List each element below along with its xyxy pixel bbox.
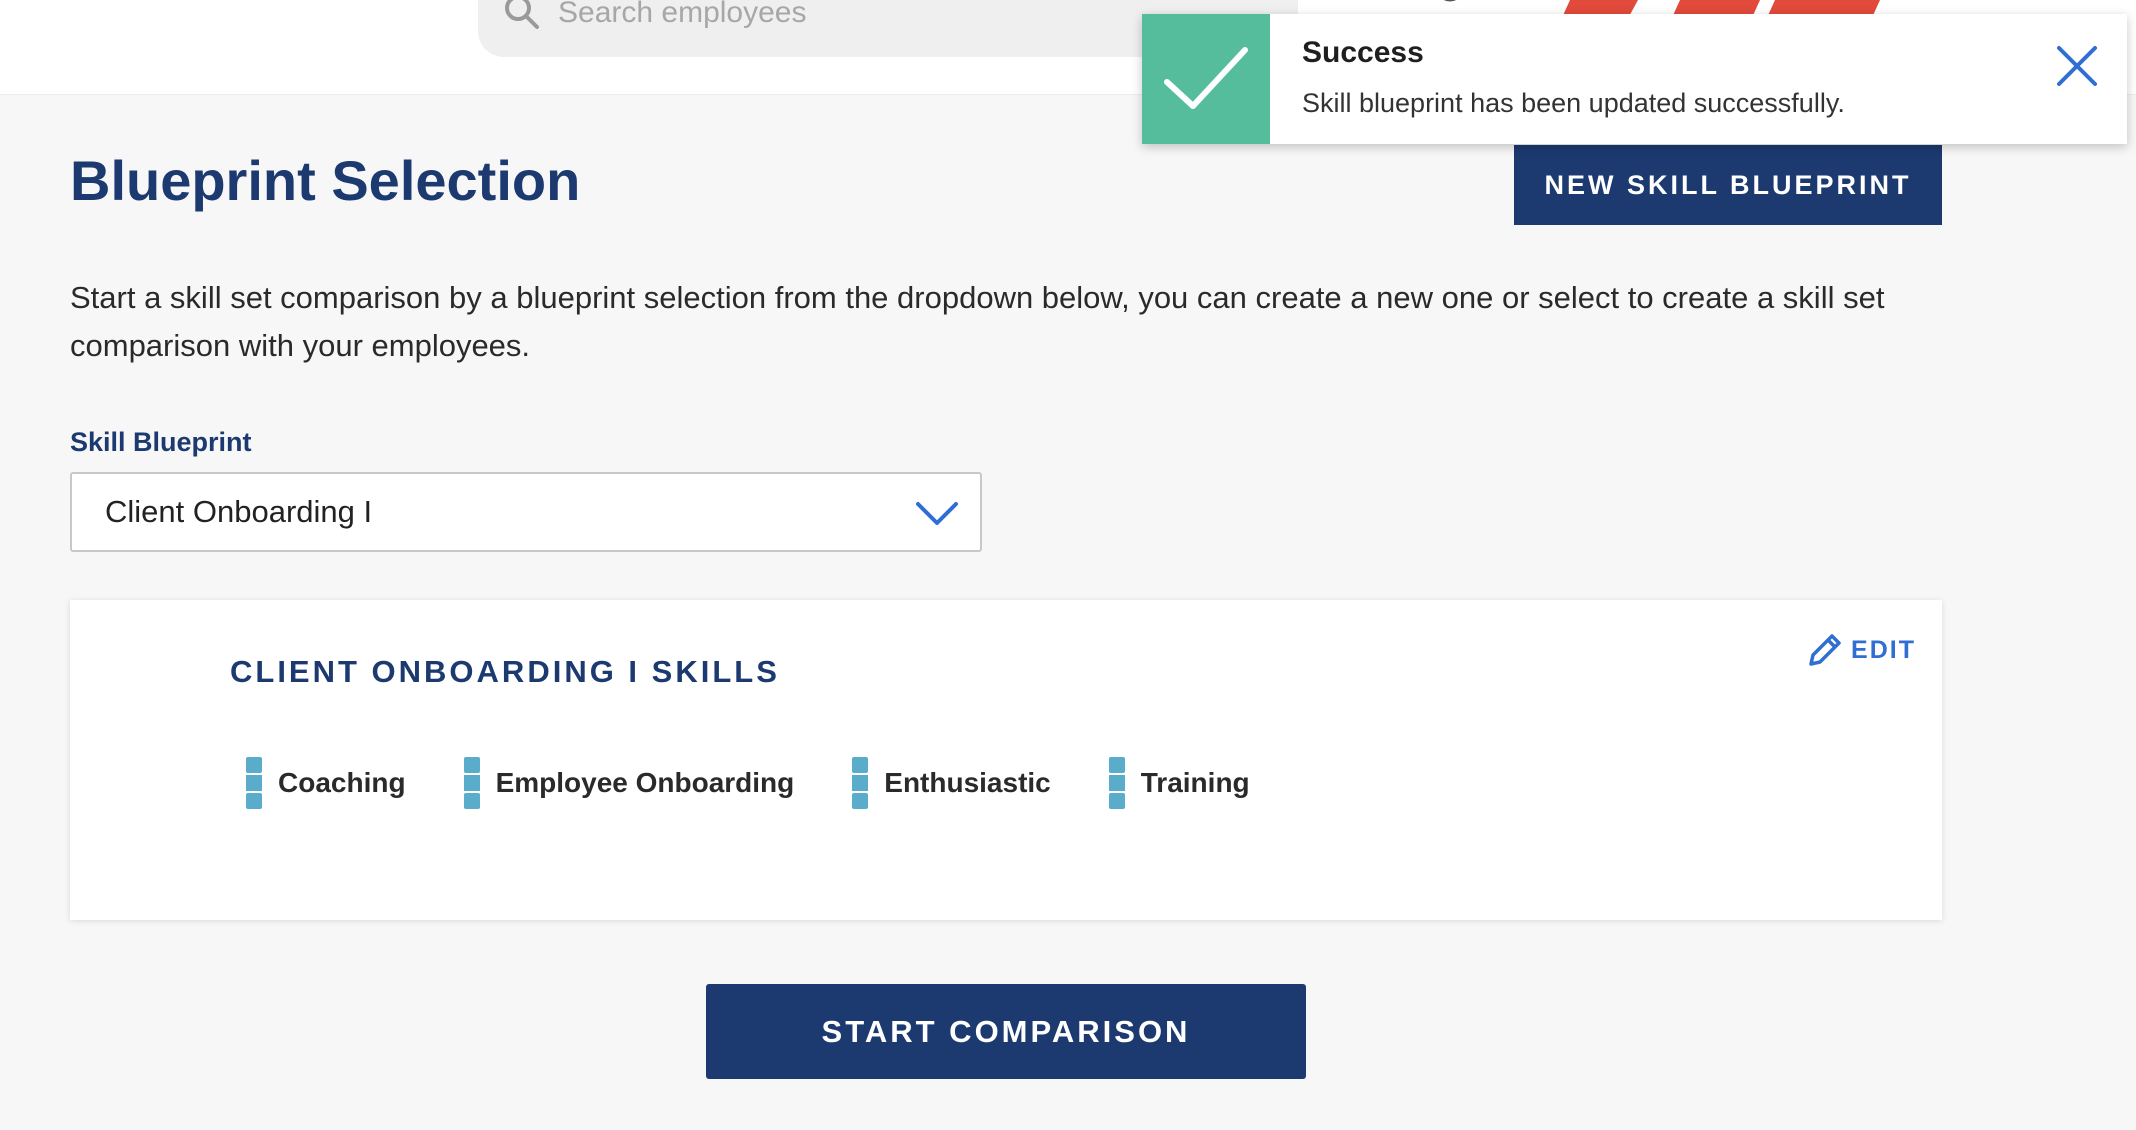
skill-level-bar-icon <box>463 757 480 809</box>
card-title: CLIENT ONBOARDING I SKILLS <box>230 654 780 689</box>
success-toast: Success Skill blueprint has been updated… <box>1142 14 2127 144</box>
app-page: Search employees Success Skill blueprint… <box>0 0 2136 1130</box>
search-icon <box>505 0 539 29</box>
new-skill-blueprint-button[interactable]: NEW SKILL BLUEPRINT <box>1514 145 1942 225</box>
page-description: Start a skill set comparison by a bluepr… <box>70 280 1885 363</box>
skill-blueprint-select[interactable]: Client Onboarding I <box>70 472 982 552</box>
skill-name: Training <box>1140 767 1250 798</box>
skill-level-bar-icon <box>852 757 869 809</box>
skill-item: Employee Onboarding <box>463 757 795 809</box>
skill-item: Coaching <box>246 757 406 809</box>
search-input[interactable]: Search employees <box>558 0 806 30</box>
skill-level-bar-icon <box>246 757 262 809</box>
toast-status-area <box>1142 14 1270 144</box>
blueprint-skills-card: CLIENT ONBOARDING I SKILLS EDIT Coaching <box>70 600 1942 920</box>
close-icon[interactable] <box>2049 38 2105 94</box>
edit-button[interactable]: EDIT <box>1805 628 1916 672</box>
skill-name: Coaching <box>278 767 406 798</box>
skill-item: Enthusiastic <box>852 757 1051 809</box>
start-comparison-button[interactable]: START COMPARISON <box>706 984 1306 1079</box>
page-title: Blueprint Selection <box>70 149 581 212</box>
toast-title: Success <box>1302 36 1424 69</box>
skill-blueprint-label: Skill Blueprint <box>70 427 252 457</box>
chevron-down-icon <box>916 502 958 525</box>
pencil-icon <box>1809 634 1841 666</box>
edit-label: EDIT <box>1851 635 1916 664</box>
skill-blueprint-selected-value: Client Onboarding I <box>105 494 373 529</box>
toast-message: Skill blueprint has been updated success… <box>1302 88 1845 118</box>
skills-list: Coaching Employee Onboarding Enthusiasti… <box>246 757 1308 809</box>
skill-level-bar-icon <box>1108 757 1125 809</box>
skill-item: Training <box>1108 757 1250 809</box>
skill-name: Employee Onboarding <box>495 767 795 798</box>
skill-name: Enthusiastic <box>884 767 1051 798</box>
checkmark-icon <box>1164 47 1248 109</box>
